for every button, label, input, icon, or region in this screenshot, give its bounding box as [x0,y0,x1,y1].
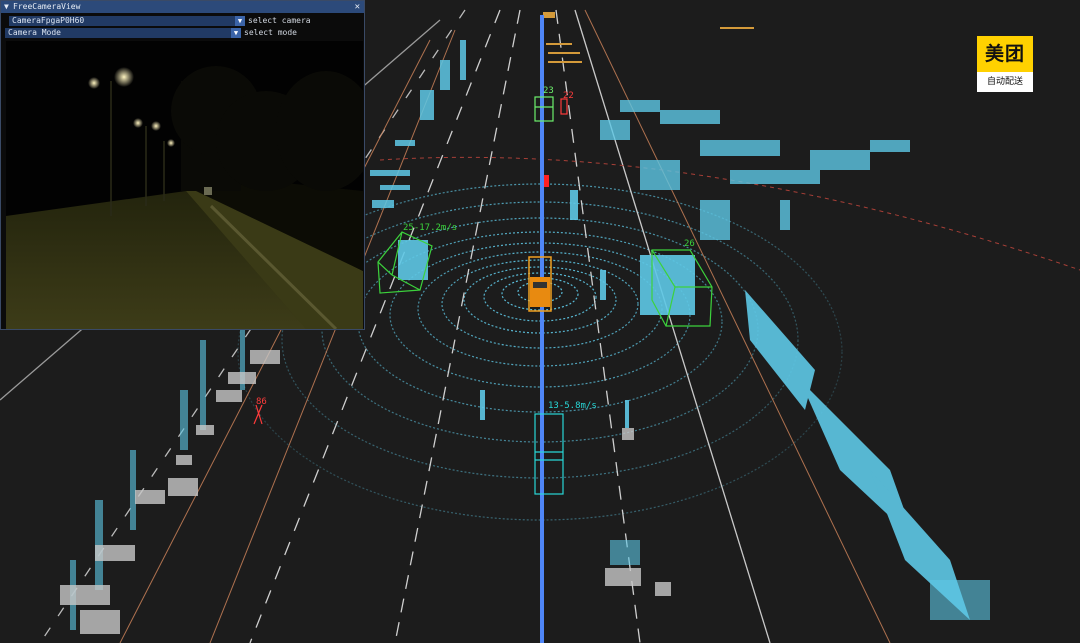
pedestrian-box-ahead[interactable] [560,98,568,115]
ground-points [60,350,671,634]
dropdown-arrow-icon[interactable]: ▼ [231,28,241,38]
label-ped-left: 86 [256,397,267,407]
marker-red [544,175,549,187]
meituan-logo: 美团 自动配送 [977,36,1033,92]
window-title-bar[interactable]: ▼ FreeCameraView ✕ [1,1,364,13]
mode-select-label: select mode [244,28,297,37]
dropdown-arrow-icon[interactable]: ▼ [235,16,245,26]
camera-select-label: select camera [248,16,311,25]
logo-brand: 美团 [977,36,1033,72]
logo-subtitle: 自动配送 [986,77,1023,87]
vehicle-box-behind[interactable] [534,413,564,495]
window-title: FreeCameraView [13,2,81,11]
label-car-left: 25-17.2m/s [403,223,457,233]
close-icon[interactable]: ✕ [355,1,360,13]
label-ped-ahead: 22 [563,91,574,101]
free-camera-window[interactable]: ▼ FreeCameraView ✕ CameraFpgaP0H60 ▼ sel… [0,0,365,330]
triangle-down-icon[interactable]: ▼ [4,1,9,13]
camera-feed-image [6,41,363,329]
label-car-behind: 13-5.8m/s [548,401,597,411]
camera-select[interactable]: CameraFpgaP0H60 ▼ [9,16,245,26]
label-car-right: 26 [684,239,695,249]
mode-select[interactable]: Camera Mode ▼ [5,28,241,38]
mode-select-value: Camera Mode [8,28,61,37]
label-car-ahead: 23 [543,86,554,96]
camera-select-value: CameraFpgaP0H60 [12,16,85,25]
distant-markers [543,12,754,63]
lidar-visualizer: 23 22 25-17.2m/s 26 13-5.8m/s 86 ▼ FreeC… [0,0,1080,643]
